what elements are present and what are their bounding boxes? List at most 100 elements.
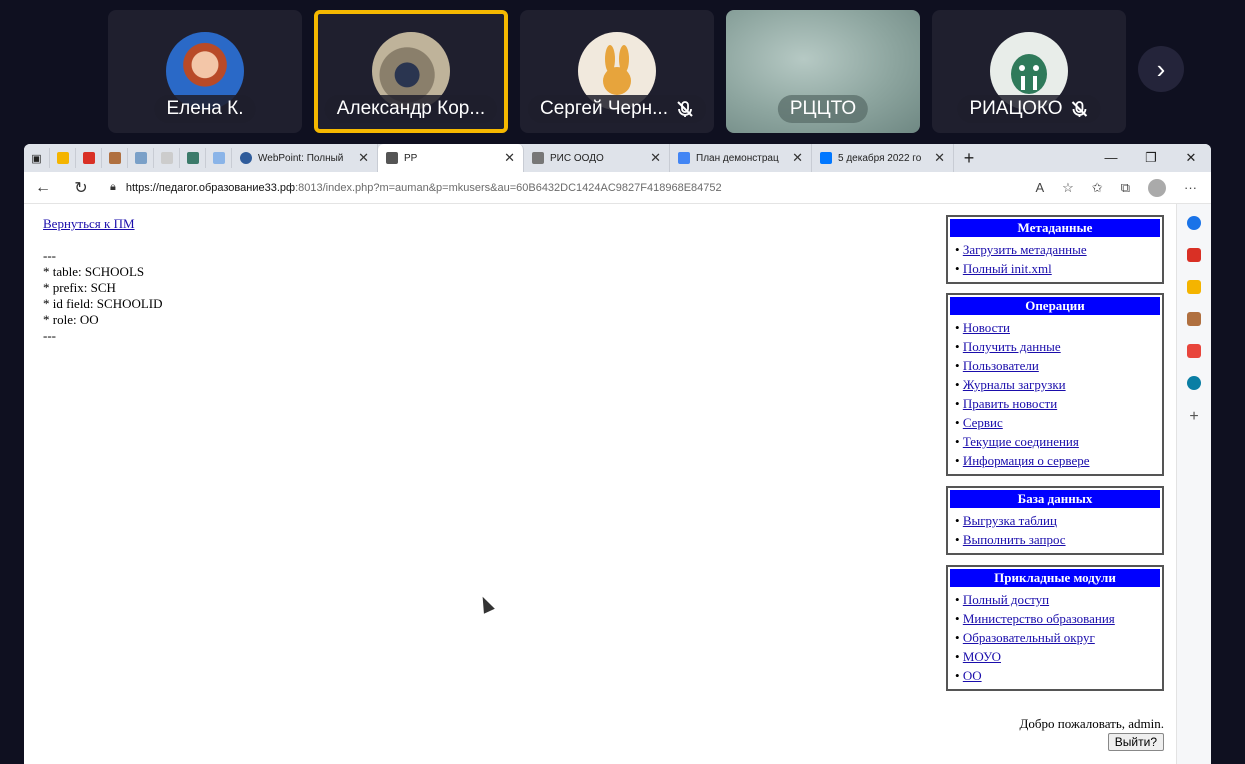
minimize-icon[interactable]: — [1091, 150, 1131, 166]
participant-tile-speaking[interactable]: Александр Кор... [314, 10, 508, 133]
menu-link[interactable]: МОУО [963, 649, 1001, 664]
mic-off-icon [677, 101, 693, 117]
list-item: • Загрузить метаданные [955, 242, 1087, 257]
app-icon[interactable] [1187, 376, 1201, 390]
meta-line: * id field: SCHOOLID [43, 296, 163, 311]
pinned-tab[interactable] [206, 148, 232, 168]
chevron-right-icon[interactable]: › [1138, 46, 1184, 92]
more-menu-icon[interactable]: ··· [1184, 180, 1197, 195]
menu-link[interactable]: Загрузить метаданные [963, 242, 1087, 257]
tab-actions-icon[interactable]: ▣ [24, 148, 50, 168]
participant-name-pill: РЦЦТО [777, 95, 869, 123]
new-tab-button[interactable]: + [954, 148, 984, 169]
list-item: • МОУО [955, 649, 1001, 664]
pinned-tab[interactable] [180, 148, 206, 168]
mic-off-icon [1071, 101, 1088, 117]
tab-rr[interactable]: РР ✕ [378, 144, 524, 172]
menu-link[interactable]: Сервис [963, 415, 1003, 430]
url-path: :8013/index.php?m=auman&p=mkusers&au=60B… [295, 181, 722, 194]
document-tab-icon[interactable] [154, 148, 180, 168]
collections-icon[interactable]: ⧉ [1121, 180, 1130, 196]
favorites-icon[interactable]: ✩ [1092, 180, 1103, 196]
url-field[interactable]: 🔒︎ https://педагог.образование33.рф:8013… [110, 181, 722, 194]
list-item: • Пользователи [955, 358, 1039, 373]
app-icon[interactable] [1187, 344, 1201, 358]
close-window-icon[interactable]: ✕ [1171, 150, 1211, 166]
menu-link[interactable]: Получить данные [963, 339, 1061, 354]
list-item: • Информация о сервере [955, 453, 1090, 468]
menu-link[interactable]: Образовательный округ [963, 630, 1095, 645]
participant-name: РЦЦТО [789, 98, 857, 119]
menu-link[interactable]: ОО [963, 668, 982, 683]
url-host: https://педагог.образование33.рф [125, 181, 296, 194]
add-icon[interactable]: + [1189, 408, 1198, 426]
wordpress-tab-icon[interactable] [128, 148, 154, 168]
back-arrow-icon[interactable]: ← [24, 179, 62, 197]
logout-button[interactable]: Выйти? [1107, 733, 1164, 751]
tab-plan[interactable]: План демонстрац ✕ [670, 144, 812, 172]
menu-link[interactable]: Править новости [963, 396, 1057, 411]
close-icon[interactable]: ✕ [504, 150, 515, 166]
read-aloud-icon[interactable]: A [1035, 180, 1044, 195]
close-icon[interactable]: ✕ [650, 150, 661, 166]
gmail-tab-icon[interactable] [76, 148, 102, 168]
close-icon[interactable]: ✕ [934, 150, 945, 166]
tab-label: План демонстрац [696, 152, 779, 164]
menu-link[interactable]: Полный init.xml [963, 261, 1052, 276]
menu-link[interactable]: Выполнить запрос [963, 532, 1066, 547]
tab-label: РР [404, 152, 418, 164]
mail-icon[interactable] [1187, 280, 1201, 294]
refresh-icon[interactable]: ↻ [62, 178, 100, 198]
participant-tile[interactable]: Сергей Черн... [520, 10, 714, 133]
participant-tile[interactable]: РИАЦОКО [932, 10, 1126, 133]
meta-line: --- [43, 328, 56, 343]
edge-sidebar: + [1176, 204, 1211, 764]
list-item: • Полный init.xml [955, 261, 1052, 276]
panel-title: Прикладные модули [950, 569, 1160, 587]
participant-name-pill: Елена К. [154, 95, 256, 123]
menu-link[interactable]: Министерство образования [963, 611, 1115, 626]
menu-link[interactable]: Полный доступ [963, 592, 1049, 607]
tab-label: РИС ООДО [550, 152, 604, 164]
back-to-pm-link[interactable]: Вернуться к ПМ [43, 216, 135, 232]
profile-icon[interactable] [1148, 178, 1166, 197]
participant-name-pill: Сергей Черн... [528, 95, 706, 123]
pinned-tab[interactable] [102, 148, 128, 168]
list-item: • Править новости [955, 396, 1058, 411]
list-item: • Сервис [955, 415, 1003, 430]
search-icon[interactable] [1187, 216, 1201, 230]
tab-vk[interactable]: 5 декабря 2022 го ✕ [812, 144, 954, 172]
participant-tile[interactable]: Елена К. [108, 10, 302, 133]
restore-icon[interactable]: ❐ [1131, 150, 1171, 166]
add-favorite-icon[interactable]: ☆ [1062, 180, 1074, 196]
participant-strip: Елена К. Александр Кор... Сергей Черн...… [108, 10, 1126, 133]
list-item: • Полный доступ [955, 592, 1050, 607]
welcome-text: Добро пожаловать, admin. [1019, 716, 1164, 731]
list-item: • Текущие соединения [955, 434, 1079, 449]
participant-tile[interactable]: РЦЦТО [726, 10, 920, 133]
panel-modules: Прикладные модули • Полный доступ • Мини… [946, 565, 1164, 691]
menu-link[interactable]: Новости [963, 320, 1010, 335]
list-item: • ОО [955, 668, 982, 683]
menu-link[interactable]: Пользователи [963, 358, 1039, 373]
menu-link[interactable]: Выгрузка таблиц [963, 513, 1057, 528]
list-item: • Выгрузка таблиц [955, 513, 1057, 528]
lock-icon[interactable]: 🔒︎ [110, 181, 116, 194]
list-item: • Выполнить запрос [955, 532, 1066, 547]
close-icon[interactable]: ✕ [792, 150, 803, 166]
pinned-tab[interactable] [50, 148, 76, 168]
tab-bar: ▣ WebPoint: Полный ✕ РР ✕ РИС ООДО ✕ План д… [24, 144, 1211, 172]
list-item: • Новости [955, 320, 1010, 335]
menu-link[interactable]: Текущие соединения [963, 434, 1079, 449]
list-item: • Образовательный округ [955, 630, 1095, 645]
tab-ris-oodo[interactable]: РИС ООДО ✕ [524, 144, 670, 172]
menu-link[interactable]: Журналы загрузки [963, 377, 1066, 392]
gmail-icon[interactable] [1187, 248, 1201, 262]
menu-link[interactable]: Информация о сервере [963, 453, 1090, 468]
close-icon[interactable]: ✕ [358, 150, 369, 166]
meta-line: * prefix: SCH [43, 280, 116, 295]
app-icon[interactable] [1187, 312, 1201, 326]
participant-name: Сергей Черн... [540, 98, 668, 119]
tab-webpoint[interactable]: WebPoint: Полный ✕ [232, 144, 378, 172]
participant-name: Александр Кор... [336, 98, 486, 119]
